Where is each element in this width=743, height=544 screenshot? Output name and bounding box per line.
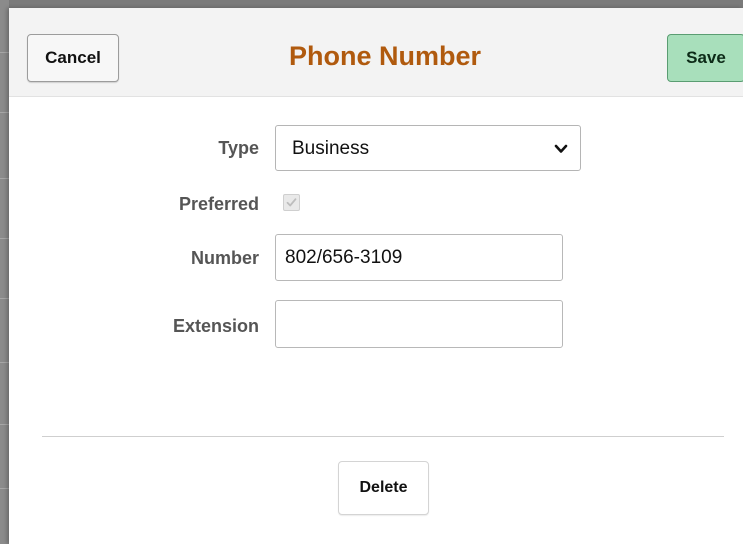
cancel-button[interactable]: Cancel — [27, 34, 119, 82]
save-button[interactable]: Save — [667, 34, 743, 82]
type-label: Type — [218, 138, 259, 158]
dialog-title: Phone Number — [288, 41, 482, 71]
delete-button[interactable]: Delete — [338, 461, 429, 515]
dialog-header: Cancel Phone Number Save — [9, 8, 743, 97]
footer-divider — [42, 436, 724, 437]
checkmark-icon — [286, 198, 297, 207]
number-input[interactable] — [275, 234, 563, 281]
backdrop-top — [0, 0, 743, 8]
chevron-down-icon — [552, 140, 570, 158]
backdrop-left — [0, 0, 9, 544]
preferred-checkbox[interactable] — [283, 194, 300, 211]
phone-number-dialog: Cancel Phone Number Save Type Business P… — [9, 8, 743, 544]
type-select-value: Business — [292, 138, 370, 159]
type-select[interactable]: Business — [275, 125, 581, 171]
preferred-label: Preferred — [178, 194, 259, 214]
extension-input[interactable] — [275, 300, 563, 348]
extension-label: Extension — [172, 316, 259, 336]
number-label: Number — [190, 248, 259, 268]
